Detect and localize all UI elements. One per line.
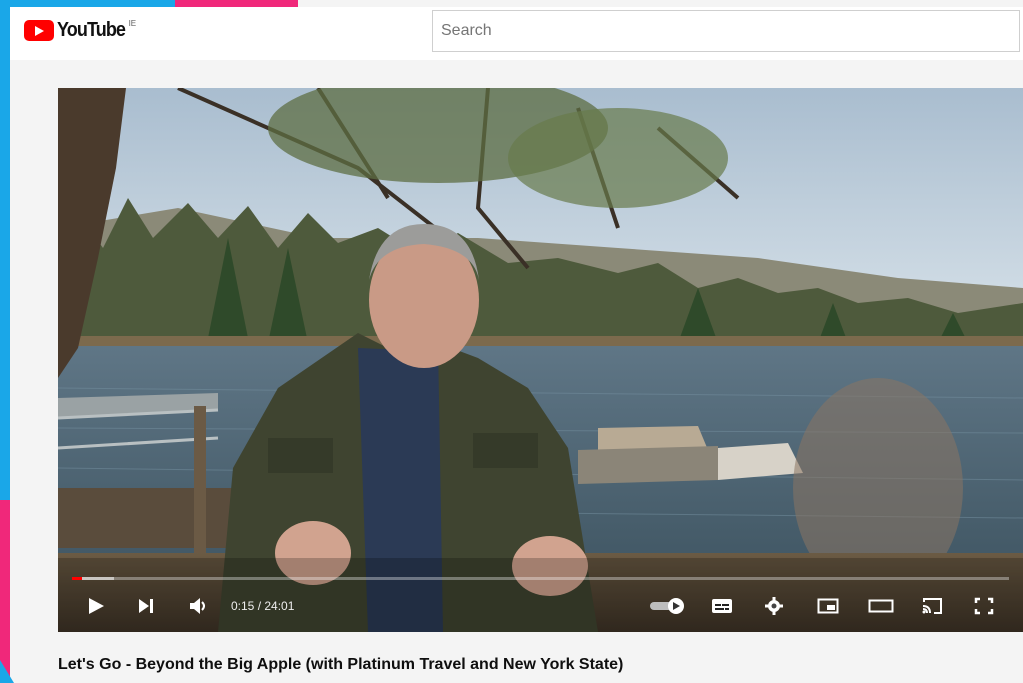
miniplayer-button[interactable]	[812, 590, 844, 622]
progress-bar[interactable]	[72, 577, 1009, 580]
cast-icon	[922, 598, 942, 614]
subtitles-icon	[712, 599, 732, 613]
fullscreen-icon	[974, 597, 994, 615]
progress-played	[72, 577, 82, 580]
theater-mode-button[interactable]	[864, 590, 898, 622]
frame-accent-left-pink	[0, 500, 10, 683]
youtube-play-badge-icon	[24, 20, 54, 41]
autoplay-toggle-icon	[650, 598, 684, 614]
theater-mode-icon	[868, 599, 894, 613]
player-controls: 0:15 / 24:01	[58, 582, 1023, 632]
video-title: Let's Go - Beyond the Big Apple (with Pl…	[58, 656, 624, 673]
cast-button[interactable]	[916, 590, 948, 622]
masthead: YouTube IE	[10, 7, 1023, 60]
autoplay-toggle[interactable]	[648, 590, 688, 622]
youtube-logo[interactable]: YouTube IE	[24, 19, 136, 42]
miniplayer-icon	[817, 598, 839, 614]
video-frame	[58, 88, 1023, 632]
settings-button[interactable]	[758, 590, 790, 622]
frame-accent-top-blue	[0, 0, 175, 7]
play-icon	[89, 598, 104, 614]
settings-gear-icon	[765, 597, 783, 615]
fullscreen-button[interactable]	[968, 590, 1000, 622]
logo-region-code: IE	[128, 19, 137, 28]
time-display: 0:15 / 24:01	[231, 599, 295, 613]
frame-accent-corner	[0, 660, 14, 683]
search-input[interactable]	[432, 10, 1020, 52]
frame-accent-left-blue	[0, 0, 10, 500]
video-player[interactable]: 0:15 / 24:01	[58, 88, 1023, 632]
subtitles-button[interactable]	[706, 590, 738, 622]
logo-wordmark: YouTube	[57, 19, 126, 41]
volume-icon	[190, 598, 205, 614]
next-icon	[139, 599, 153, 613]
frame-accent-top-pink	[175, 0, 298, 7]
volume-button[interactable]	[183, 590, 215, 622]
next-button[interactable]	[130, 590, 162, 622]
play-button[interactable]	[80, 590, 112, 622]
